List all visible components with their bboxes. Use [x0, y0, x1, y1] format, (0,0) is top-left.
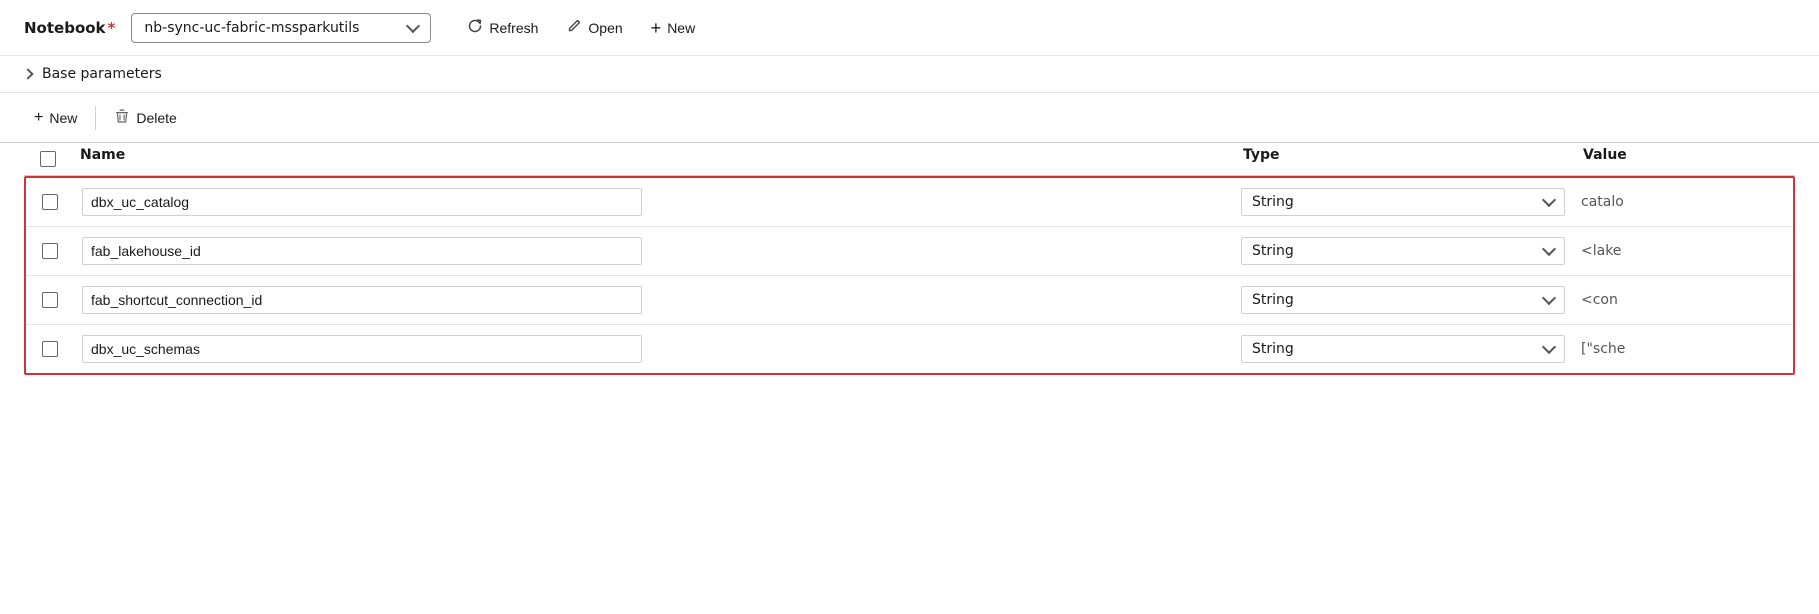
table-row: String ["sche [26, 325, 1793, 373]
type-column-header: Type [1235, 143, 1575, 175]
new-param-plus-icon: + [34, 109, 43, 127]
table-row: String <lake [26, 227, 1793, 276]
table-header-row: Name Type Value [24, 143, 1795, 176]
row-3-checkbox[interactable] [42, 341, 58, 357]
chevron-down-icon [406, 18, 420, 32]
section-title: Base parameters [42, 66, 162, 82]
row-3-name-cell [74, 331, 1233, 367]
refresh-button[interactable]: Refresh [455, 12, 550, 43]
open-button[interactable]: Open [554, 12, 634, 43]
row-checkbox-cell [26, 190, 74, 214]
chevron-down-icon [1542, 242, 1556, 256]
row-checkbox-cell [26, 288, 74, 312]
notebook-label: Notebook* [24, 19, 115, 37]
row-3-type-select[interactable]: String [1241, 335, 1565, 363]
row-0-name-input[interactable] [82, 188, 642, 216]
refresh-icon [467, 18, 483, 37]
row-1-checkbox[interactable] [42, 243, 58, 259]
row-1-type-select[interactable]: String [1241, 237, 1565, 265]
delete-icon [114, 108, 130, 127]
row-1-name-input[interactable] [82, 237, 642, 265]
row-1-value: <lake [1573, 239, 1793, 263]
toolbar-divider [95, 106, 96, 130]
row-0-value: catalo [1573, 190, 1793, 214]
dropdown-value: nb-sync-uc-fabric-mssparkutils [144, 20, 359, 36]
chevron-down-icon [1542, 193, 1556, 207]
row-1-type-value: String [1252, 243, 1294, 259]
new-notebook-button[interactable]: + New [639, 13, 708, 43]
delete-param-button[interactable]: Delete [104, 103, 186, 132]
row-1-type-cell: String [1233, 233, 1573, 269]
row-1-name-cell [74, 233, 1233, 269]
row-0-name-cell [74, 184, 1233, 220]
row-2-type-value: String [1252, 292, 1294, 308]
name-column-header: Name [72, 143, 1235, 175]
row-3-name-input[interactable] [82, 335, 642, 363]
table-body: String catalo String <lake [24, 176, 1795, 375]
new-param-label: New [49, 110, 77, 126]
select-all-checkbox[interactable] [40, 151, 56, 167]
table-row: String catalo [26, 178, 1793, 227]
row-2-name-cell [74, 282, 1233, 318]
refresh-label: Refresh [489, 20, 538, 36]
base-parameters-section[interactable]: Base parameters [0, 56, 1819, 93]
notebook-dropdown[interactable]: nb-sync-uc-fabric-mssparkutils [131, 13, 431, 43]
toolbar-actions: Refresh Open + New [455, 12, 707, 43]
params-toolbar: + New Delete [0, 93, 1819, 143]
value-column-header: Value [1575, 143, 1795, 175]
collapse-icon [22, 68, 33, 79]
row-0-checkbox[interactable] [42, 194, 58, 210]
row-2-type-select[interactable]: String [1241, 286, 1565, 314]
open-label: Open [588, 20, 622, 36]
row-2-value: <con [1573, 288, 1793, 312]
row-2-name-input[interactable] [82, 286, 642, 314]
plus-icon: + [651, 19, 662, 37]
row-checkbox-cell [26, 337, 74, 361]
new-param-button[interactable]: + New [24, 104, 87, 132]
chevron-down-icon [1542, 291, 1556, 305]
header-checkbox-cell [24, 143, 72, 175]
row-3-type-value: String [1252, 341, 1294, 357]
delete-param-label: Delete [136, 110, 176, 126]
row-checkbox-cell [26, 239, 74, 263]
row-3-type-cell: String [1233, 331, 1573, 367]
table-row: String <con [26, 276, 1793, 325]
row-0-type-cell: String [1233, 184, 1573, 220]
new-notebook-label: New [667, 20, 695, 36]
row-0-type-select[interactable]: String [1241, 188, 1565, 216]
row-2-type-cell: String [1233, 282, 1573, 318]
pencil-icon [566, 18, 582, 37]
top-bar: Notebook* nb-sync-uc-fabric-mssparkutils… [0, 0, 1819, 56]
parameters-table: Name Type Value String catalo [0, 143, 1819, 375]
row-2-checkbox[interactable] [42, 292, 58, 308]
row-0-type-value: String [1252, 194, 1294, 210]
row-3-value: ["sche [1573, 337, 1793, 361]
chevron-down-icon [1542, 340, 1556, 354]
